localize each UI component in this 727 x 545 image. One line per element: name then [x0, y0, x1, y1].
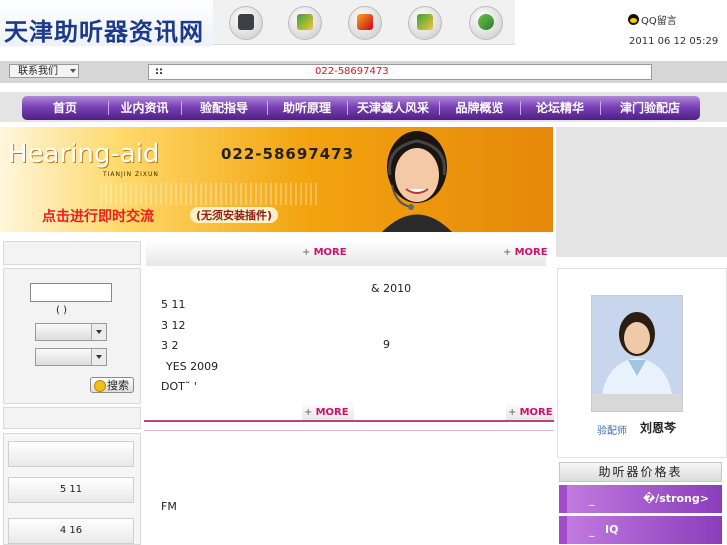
- right-top-panel: [556, 127, 727, 257]
- chevron-down-icon: [91, 349, 106, 365]
- nav-item-fitting-guide[interactable]: 验配指导: [181, 96, 267, 120]
- qq-message-link[interactable]: QQ留言: [628, 12, 677, 27]
- list-item[interactable]: [8, 441, 134, 467]
- main-nav: 首页 业内资讯 验配指导 助听原理 天津聋人风采 品牌概览 论坛精华 津门验配店: [22, 96, 700, 120]
- notice-marquee: :: 022-58697473: [148, 64, 652, 80]
- price-list-header: 助听器价格表: [559, 462, 722, 482]
- news-item[interactable]: YES 2009: [166, 360, 218, 373]
- search-input[interactable]: [30, 283, 112, 302]
- contact-us-label: 联系我们: [18, 66, 58, 77]
- price-row[interactable]: _ IQ: [559, 516, 722, 544]
- news-item[interactable]: FM: [161, 500, 177, 513]
- price-row-label: IQ: [605, 523, 619, 536]
- banner-brand-sub: TIANJIN ZIXUN: [103, 171, 159, 178]
- chevron-down-icon: [91, 324, 106, 340]
- contact-us-dropdown[interactable]: 联系我们: [9, 64, 79, 78]
- news-item[interactable]: 9: [383, 338, 390, 351]
- news-item[interactable]: DOT˜ ': [161, 380, 197, 393]
- promo-banner[interactable]: Hearing-aid TIANJIN ZIXUN 022-58697473 点…: [0, 127, 553, 232]
- price-row-marker: _: [589, 493, 595, 506]
- nav-item-home[interactable]: 首页: [22, 96, 108, 120]
- search-category-select[interactable]: [35, 323, 107, 341]
- nav-item-industry-news[interactable]: 业内资讯: [108, 96, 181, 120]
- search-type-select[interactable]: [35, 348, 107, 366]
- operator-photo: [382, 131, 452, 232]
- news-item[interactable]: 5 11: [161, 298, 186, 311]
- list-item[interactable]: 4 16: [8, 518, 134, 544]
- icon-strip: [213, 0, 515, 45]
- notice-marker: ::: [155, 66, 163, 77]
- site-logo[interactable]: 天津助听器资讯网: [4, 12, 204, 47]
- section-divider: [144, 420, 554, 422]
- fitter-role: 验配师: [597, 426, 627, 437]
- price-row-label: �/strong>: [643, 492, 709, 505]
- people-icon[interactable]: [469, 6, 503, 40]
- notice-phone: 022-58697473: [315, 66, 389, 77]
- list-item[interactable]: 5 11: [8, 477, 134, 503]
- banner-brand: Hearing-aid: [8, 139, 160, 169]
- fitter-name: 刘恩芩: [640, 421, 677, 435]
- more-link[interactable]: MORE: [304, 407, 349, 418]
- nav-item-stores[interactable]: 津门验配店: [600, 96, 700, 120]
- nav-item-brands[interactable]: 品牌概览: [439, 96, 520, 120]
- banner-cta-note: (无须安装插件): [190, 207, 279, 223]
- search-button[interactable]: 搜索: [90, 377, 134, 393]
- fitter-photo: [591, 295, 683, 412]
- chevron-down-icon: [70, 69, 76, 73]
- news-item[interactable]: & 2010: [371, 282, 411, 295]
- nav-item-hearing-principle[interactable]: 助听原理: [267, 96, 347, 120]
- pencil-icon[interactable]: [408, 6, 442, 40]
- more-link[interactable]: MORE: [302, 247, 347, 258]
- left-panel-header: [3, 241, 141, 265]
- price-row-marker: _: [589, 524, 595, 537]
- banner-phone: 022-58697473: [221, 145, 355, 163]
- more-link[interactable]: MORE: [503, 247, 548, 258]
- banner-texture: [100, 183, 320, 205]
- pencil-icon[interactable]: [288, 6, 322, 40]
- news-item[interactable]: 3 2: [161, 339, 179, 352]
- search-hint: ( ): [56, 305, 67, 316]
- left-section-header: [3, 407, 141, 429]
- computer-icon[interactable]: [229, 6, 263, 40]
- price-row[interactable]: _ �/strong>: [559, 485, 722, 513]
- qq-penguin-icon: [628, 14, 639, 25]
- news-item[interactable]: 3 12: [161, 319, 186, 332]
- current-datetime: 2011 06 12 05:29: [629, 36, 719, 47]
- qq-message-label: QQ留言: [641, 16, 677, 27]
- book-icon[interactable]: [348, 6, 382, 40]
- section-divider: [144, 430, 554, 431]
- nav-item-deaf-people[interactable]: 天津聋人风采: [347, 96, 439, 120]
- banner-chat-cta[interactable]: 点击进行即时交流: [42, 206, 154, 226]
- nav-item-forum[interactable]: 论坛精华: [520, 96, 600, 120]
- more-link[interactable]: MORE: [508, 407, 553, 418]
